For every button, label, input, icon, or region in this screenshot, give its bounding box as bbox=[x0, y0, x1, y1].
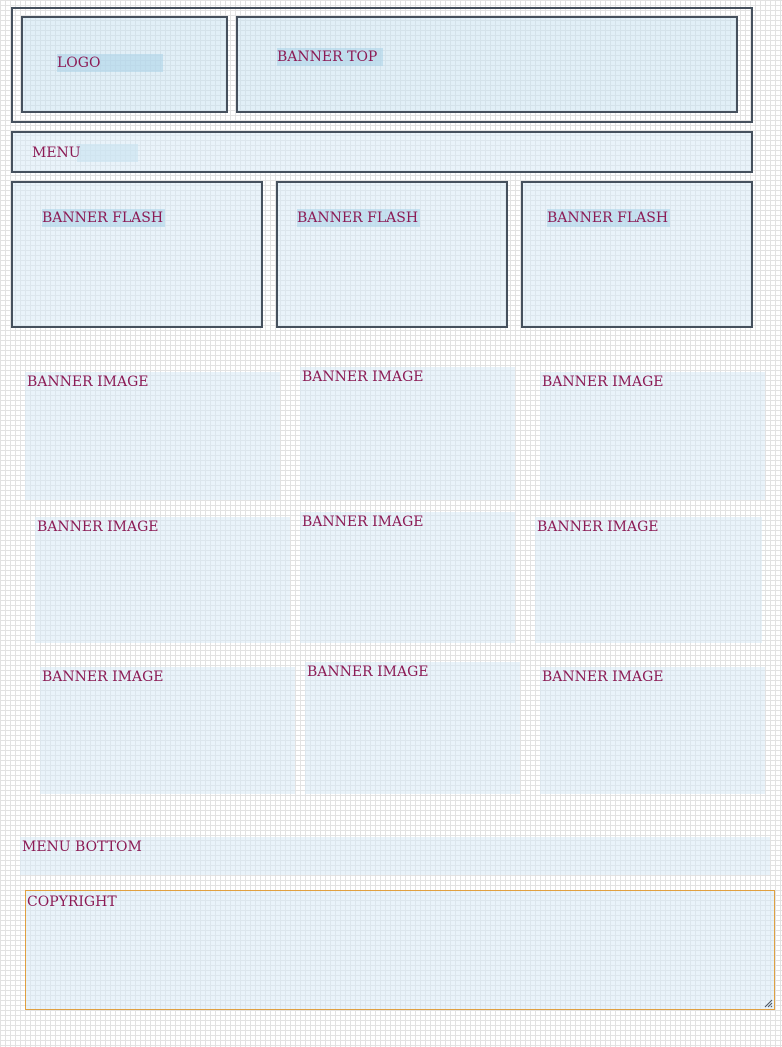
banner-image-5[interactable]: BANNER IMAGE bbox=[300, 512, 515, 643]
copyright-label: COPYRIGHT bbox=[27, 894, 117, 910]
banner-image-3[interactable]: BANNER IMAGE bbox=[540, 372, 765, 500]
banner-image-2[interactable]: BANNER IMAGE bbox=[300, 367, 515, 500]
banner-image-label: BANNER IMAGE bbox=[537, 519, 659, 535]
banner-image-9[interactable]: BANNER IMAGE bbox=[540, 667, 765, 794]
banner-top-label: BANNER TOP bbox=[277, 48, 383, 66]
banner-image-label: BANNER IMAGE bbox=[302, 369, 424, 385]
banner-flash-label: BANNER FLASH bbox=[42, 209, 166, 227]
banner-image-label: BANNER IMAGE bbox=[307, 664, 429, 680]
banner-image-label: BANNER IMAGE bbox=[542, 374, 664, 390]
banner-flash-label: BANNER FLASH bbox=[297, 209, 421, 227]
copyright-box[interactable]: COPYRIGHT bbox=[25, 890, 775, 1010]
menu-bottom-bar[interactable]: MENU BOTTOM bbox=[20, 837, 770, 875]
banner-image-1[interactable]: BANNER IMAGE bbox=[25, 372, 280, 500]
logo-label: LOGO bbox=[57, 54, 163, 72]
banner-image-label: BANNER IMAGE bbox=[302, 514, 424, 530]
banner-image-label: BANNER IMAGE bbox=[42, 669, 164, 685]
menu-bar[interactable]: MENU bbox=[11, 131, 753, 173]
banner-flash-3[interactable]: BANNER FLASH bbox=[521, 181, 753, 328]
logo-box[interactable]: LOGO bbox=[21, 16, 228, 113]
banner-image-label: BANNER IMAGE bbox=[27, 374, 149, 390]
banner-image-7[interactable]: BANNER IMAGE bbox=[40, 667, 295, 794]
banner-flash-label: BANNER FLASH bbox=[547, 209, 671, 227]
banner-image-label: BANNER IMAGE bbox=[37, 519, 159, 535]
banner-image-label: BANNER IMAGE bbox=[542, 669, 664, 685]
banner-top-box[interactable]: BANNER TOP bbox=[236, 16, 738, 113]
banner-image-8[interactable]: BANNER IMAGE bbox=[305, 662, 520, 794]
resize-handle-icon[interactable] bbox=[763, 998, 773, 1008]
banner-flash-2[interactable]: BANNER FLASH bbox=[276, 181, 508, 328]
menu-label: MENU bbox=[32, 144, 138, 162]
banner-flash-1[interactable]: BANNER FLASH bbox=[11, 181, 263, 328]
banner-image-4[interactable]: BANNER IMAGE bbox=[35, 517, 290, 643]
banner-image-6[interactable]: BANNER IMAGE bbox=[535, 517, 762, 643]
menu-bottom-label: MENU BOTTOM bbox=[22, 839, 142, 855]
